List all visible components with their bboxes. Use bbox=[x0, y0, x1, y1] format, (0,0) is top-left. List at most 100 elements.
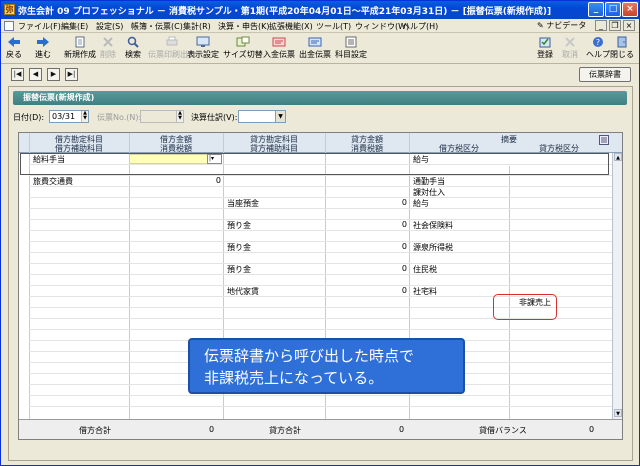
row3-credit-amount[interactable]: 0 bbox=[355, 198, 407, 207]
row7-credit-amount[interactable]: 0 bbox=[355, 286, 407, 295]
row5-credit-account[interactable]: 預り金 bbox=[227, 242, 251, 253]
debit-total-label: 借方合計 bbox=[79, 426, 111, 435]
row5-memo[interactable]: 源泉所得税 bbox=[413, 242, 453, 253]
scroll-up-icon[interactable]: ▲ bbox=[614, 153, 622, 161]
row4-credit-account[interactable]: 預り金 bbox=[227, 220, 251, 231]
row6-memo[interactable]: 住民税 bbox=[413, 264, 437, 275]
row5-credit-amount[interactable]: 0 bbox=[355, 242, 407, 251]
menu-totals[interactable]: 集計(R) bbox=[183, 21, 211, 32]
row2-debit-account[interactable]: 旅費交通費 bbox=[33, 176, 73, 187]
delete-button[interactable]: 削除 bbox=[100, 36, 116, 60]
display-settings-button[interactable]: 表示設定 bbox=[187, 36, 219, 60]
row3-credit-account[interactable]: 当座預金 bbox=[227, 198, 259, 209]
account-settings-button[interactable]: 科目設定 bbox=[335, 36, 367, 60]
help-label: ヘルプ bbox=[586, 50, 610, 59]
highlight-circle bbox=[493, 294, 557, 320]
back-button[interactable]: 戻る bbox=[6, 36, 22, 60]
row2-debit-tax-class[interactable]: 課対仕入 bbox=[413, 187, 445, 198]
slip-dictionary-button[interactable]: 伝票辞書 bbox=[579, 67, 631, 82]
row6-credit-account[interactable]: 預り金 bbox=[227, 264, 251, 275]
delete-icon bbox=[103, 37, 113, 47]
menu-closing[interactable]: 決算・申告(K) bbox=[218, 21, 270, 32]
register-label: 登録 bbox=[537, 50, 553, 59]
new-document-icon bbox=[75, 36, 85, 48]
window-title: 弥生会計 09 プロフェッショナル － 消費税サンプル・第1期(平成20年04月… bbox=[18, 7, 552, 17]
row2-memo[interactable]: 通勤手当 bbox=[413, 176, 445, 187]
menu-books[interactable]: 帳簿・伝票(C) bbox=[131, 21, 183, 32]
header-fields: 日付(D): 03/31 ▲ ▼ 伝票No.(N): ▲ ▼ 決算仕訳(V): ▼ bbox=[9, 109, 629, 125]
row2-debit-amount[interactable]: 0 bbox=[169, 176, 221, 185]
grid-header: 借方勘定科目 借方金額 貸方勘定科目 貸方金額 摘要 借方補助科目 消費税額 貸… bbox=[19, 133, 622, 153]
annotation-line-2: 非課税売上になっている。 bbox=[204, 369, 384, 387]
menu-extensions[interactable]: 拡張機能(X) bbox=[269, 21, 313, 32]
navi-data[interactable]: ✎ ナビデータ bbox=[537, 20, 586, 31]
date-field[interactable]: 03/31 ▲ ▼ bbox=[49, 110, 89, 123]
row7-credit-account[interactable]: 地代家賃 bbox=[227, 286, 259, 297]
chevron-down-icon[interactable]: ▼ bbox=[275, 111, 285, 122]
credit-total-value: 0 bbox=[399, 425, 405, 434]
new-button[interactable]: 新規作成 bbox=[64, 36, 96, 60]
search-label: 検索 bbox=[125, 50, 141, 59]
mdi-restore-button[interactable]: ❐ bbox=[609, 20, 621, 31]
payment-slip-label: 出金伝票 bbox=[299, 50, 331, 59]
row4-memo[interactable]: 社会保険料 bbox=[413, 220, 453, 231]
grid-settings-icon[interactable] bbox=[599, 135, 609, 145]
balance-value: 0 bbox=[589, 425, 595, 434]
date-label: 日付(D): bbox=[13, 113, 45, 122]
row7-memo[interactable]: 社宅料 bbox=[413, 286, 437, 297]
back-label: 戻る bbox=[6, 50, 22, 59]
account-settings-icon bbox=[345, 36, 357, 48]
slip-no-label: 伝票No.(N): bbox=[97, 113, 142, 122]
forward-button[interactable]: 進む bbox=[35, 36, 51, 60]
menu-file[interactable]: ファイル(F) bbox=[18, 21, 61, 32]
last-record-button[interactable]: ▶| bbox=[65, 68, 78, 81]
cancel-label: 取消 bbox=[562, 50, 578, 59]
prev-record-button[interactable]: ◀ bbox=[29, 68, 42, 81]
forward-arrow-icon bbox=[37, 37, 49, 47]
menu-settings[interactable]: 設定(S) bbox=[96, 21, 123, 32]
payment-slip-button[interactable]: 出金伝票 bbox=[299, 36, 331, 60]
slip-no-spinner[interactable]: ▲ ▼ bbox=[176, 111, 183, 122]
receipt-slip-icon bbox=[272, 37, 286, 47]
next-record-button[interactable]: ▶ bbox=[47, 68, 60, 81]
display-settings-icon bbox=[196, 36, 210, 47]
first-record-button[interactable]: |◀ bbox=[11, 68, 24, 81]
scroll-down-icon[interactable]: ▼ bbox=[614, 409, 622, 417]
document-icon[interactable] bbox=[4, 21, 14, 31]
navi-data-label: ナビデータ bbox=[546, 21, 587, 30]
mdi-minimize-button[interactable]: _ bbox=[595, 20, 607, 31]
search-icon bbox=[127, 36, 139, 48]
cancel-button[interactable]: 取消 bbox=[562, 36, 578, 60]
search-button[interactable]: 検索 bbox=[125, 36, 141, 60]
slip-no-field[interactable]: ▲ ▼ bbox=[140, 110, 184, 123]
register-button[interactable]: 登録 bbox=[537, 36, 553, 60]
date-spinner[interactable]: ▲ ▼ bbox=[81, 111, 88, 122]
forward-label: 進む bbox=[35, 50, 51, 59]
closing-entry-select[interactable]: ▼ bbox=[238, 110, 286, 123]
app-icon: 弥 bbox=[4, 4, 15, 15]
row6-credit-amount[interactable]: 0 bbox=[355, 264, 407, 273]
close-label: 閉じる bbox=[610, 50, 634, 59]
row1-memo[interactable]: 給与 bbox=[413, 154, 429, 165]
mdi-close-button[interactable]: × bbox=[623, 20, 635, 31]
help-icon: ? bbox=[593, 37, 603, 47]
row1-debit-account[interactable]: 給料手当 bbox=[33, 154, 65, 165]
closing-entry-label: 決算仕訳(V): bbox=[191, 113, 238, 122]
row4-credit-amount[interactable]: 0 bbox=[355, 220, 407, 229]
menu-tools[interactable]: ツール(T) bbox=[316, 21, 351, 32]
debit-total-value: 0 bbox=[209, 425, 215, 434]
size-switch-icon bbox=[236, 36, 250, 47]
help-button[interactable]: ? ヘルプ bbox=[586, 36, 610, 60]
row3-memo[interactable]: 給与 bbox=[413, 198, 429, 209]
menu-help[interactable]: ヘルプ(H) bbox=[402, 21, 438, 32]
grid-scrollbar[interactable]: ▲ ▼ bbox=[612, 153, 622, 419]
receipt-slip-button[interactable]: 入金伝票 bbox=[263, 36, 295, 60]
size-switch-button[interactable]: サイズ切替 bbox=[223, 36, 263, 60]
close-window-button[interactable]: × bbox=[622, 2, 638, 17]
menu-edit[interactable]: 編集(E) bbox=[61, 21, 88, 32]
minimize-button[interactable]: _ bbox=[588, 2, 604, 17]
close-button[interactable]: 閉じる bbox=[610, 36, 634, 60]
balance-label: 貸借バランス bbox=[479, 426, 527, 435]
annotation-callout: 伝票辞書から呼び出した時点で 非課税売上になっている。 bbox=[188, 338, 465, 394]
maximize-button[interactable]: □ bbox=[605, 2, 621, 17]
